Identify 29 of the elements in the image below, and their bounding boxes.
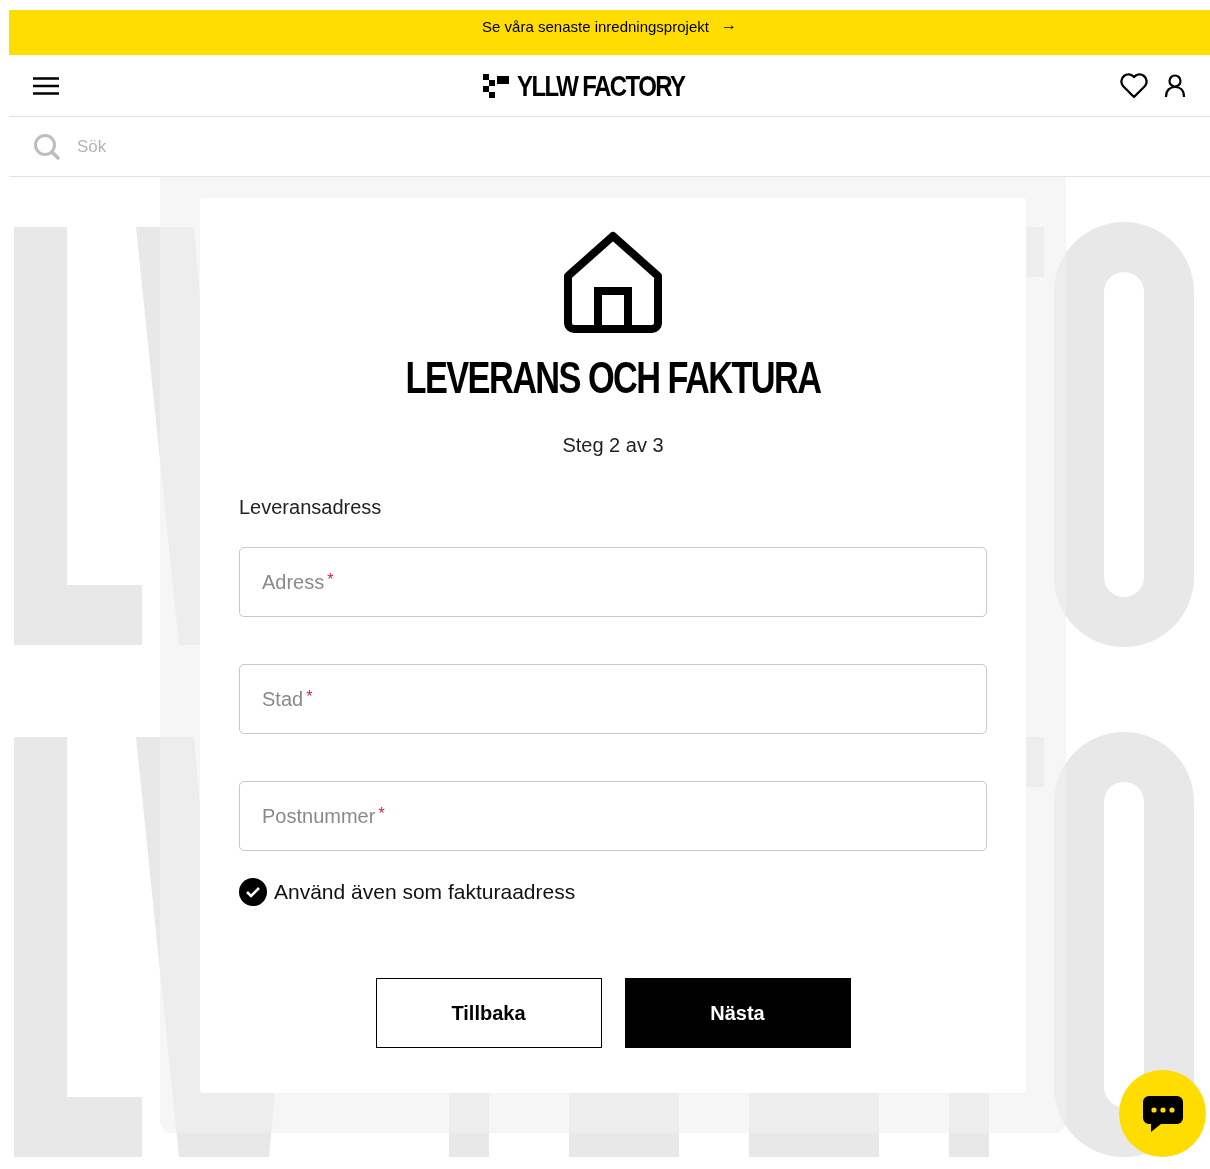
input-field[interactable]: Postnummer* [239,781,987,851]
next-button[interactable]: Nästa [624,977,851,1048]
checkbox-label: Använd även som fakturaadress [274,879,576,905]
step-indicator: Steg 2 av 3 [562,433,664,458]
promo-link[interactable]: Se våra senaste inredningsprojekt [482,16,709,39]
logo-icon [482,73,509,98]
input-field[interactable]: Adress* [239,547,987,617]
required-mark: * [378,804,385,824]
chat-icon [1140,1093,1185,1134]
checkbox-row[interactable]: Använd även som fakturaadress [239,876,576,908]
check-icon [245,885,261,898]
field-placeholder: Adress [262,570,325,595]
house-icon [563,231,663,334]
user-icon[interactable] [1164,73,1186,98]
required-mark: * [327,570,334,590]
heart-icon[interactable] [1120,72,1148,99]
menu-icon[interactable] [33,76,59,95]
back-button[interactable]: Tillbaka [375,977,602,1048]
field-placeholder: Postnummer [262,804,376,829]
search-icon [33,132,61,161]
arrow-icon: → [720,16,737,34]
logo-text[interactable]: YLLW FACTORY [516,70,685,101]
search-field[interactable]: Sök [77,133,477,160]
checkbox[interactable] [239,877,267,906]
field-placeholder: Stad [262,687,304,712]
dialog-title: LEVERANS OCH FAKTURA [405,356,821,400]
input-field[interactable]: Stad* [239,664,987,734]
required-mark: * [306,687,313,707]
section-label: Leveransadress [239,495,382,520]
